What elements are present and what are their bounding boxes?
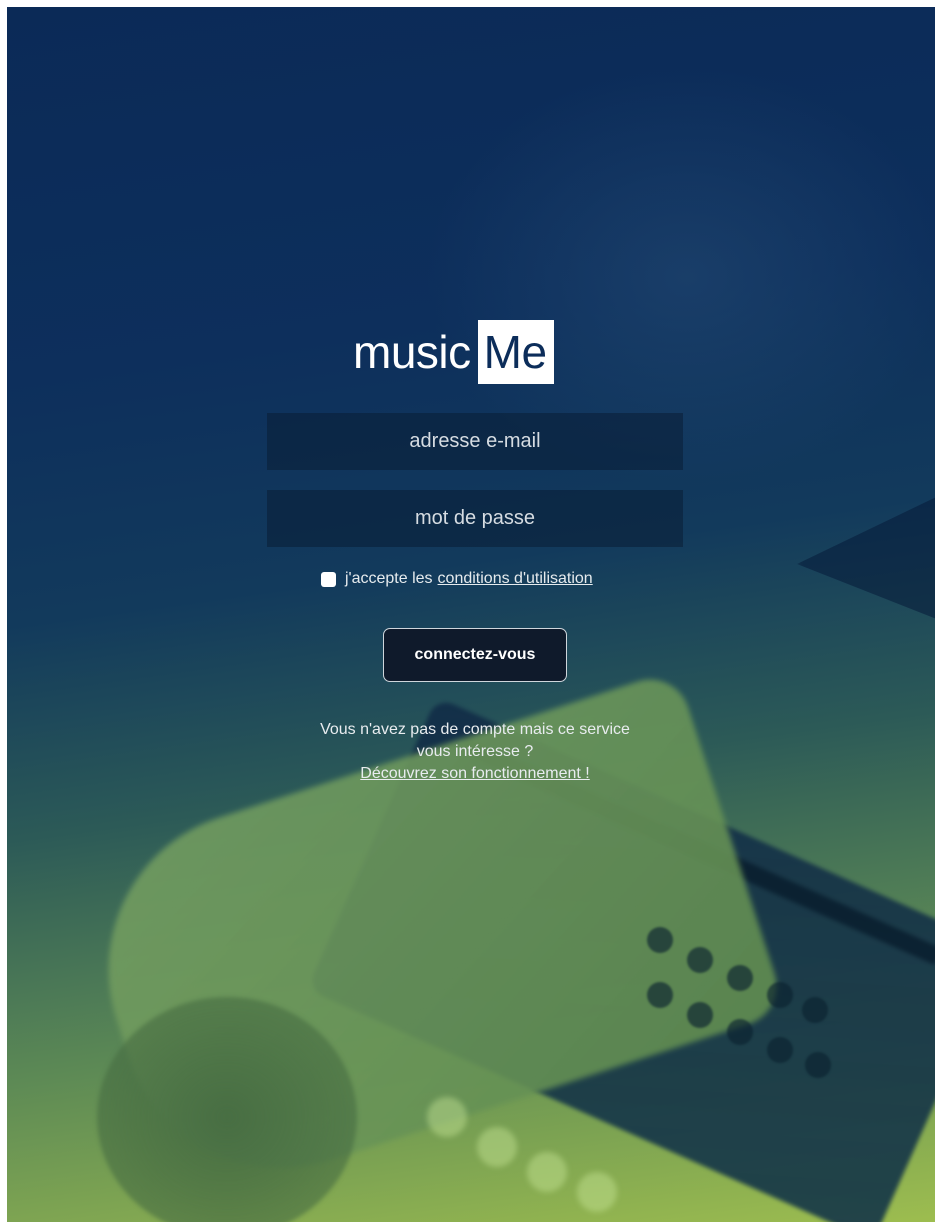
login-screen: music Me j'accepte les conditions d'util…: [7, 7, 935, 1222]
background-dot: [647, 927, 673, 953]
background-bump: [527, 1152, 567, 1192]
logo-word: music: [353, 326, 471, 378]
logo-box: Me: [477, 320, 554, 384]
background-dot: [767, 982, 793, 1008]
terms-label: j'accepte les: [345, 570, 433, 587]
email-field[interactable]: [267, 413, 683, 470]
background-shape: [797, 487, 935, 627]
background-dot: [805, 1052, 831, 1078]
background-dot: [687, 947, 713, 973]
musicme-logo: music Me: [353, 320, 554, 384]
background-dot: [687, 1002, 713, 1028]
terms-checkbox[interactable]: [321, 571, 336, 587]
login-button[interactable]: connectez-vous: [383, 628, 567, 682]
background-plug-cap: [97, 997, 357, 1222]
background-bump: [477, 1127, 517, 1167]
background-dot: [727, 965, 753, 991]
background-bump: [577, 1172, 617, 1212]
discover-link[interactable]: Découvrez son fonctionnement !: [267, 763, 683, 785]
terms-link[interactable]: conditions d'utilisation: [438, 570, 593, 588]
password-field[interactable]: [267, 490, 683, 547]
background-dot: [647, 982, 673, 1008]
signup-info-line2: vous intéresse ?: [416, 743, 534, 760]
background-dot: [727, 1019, 753, 1045]
background-dot: [767, 1037, 793, 1063]
terms-row: j'accepte les conditions d'utilisation: [321, 567, 593, 591]
signup-info-line1: Vous n'avez pas de compte mais ce servic…: [320, 721, 630, 738]
signup-info: Vous n'avez pas de compte mais ce servic…: [267, 719, 683, 785]
background-bump: [427, 1097, 467, 1137]
background-dot: [802, 997, 828, 1023]
